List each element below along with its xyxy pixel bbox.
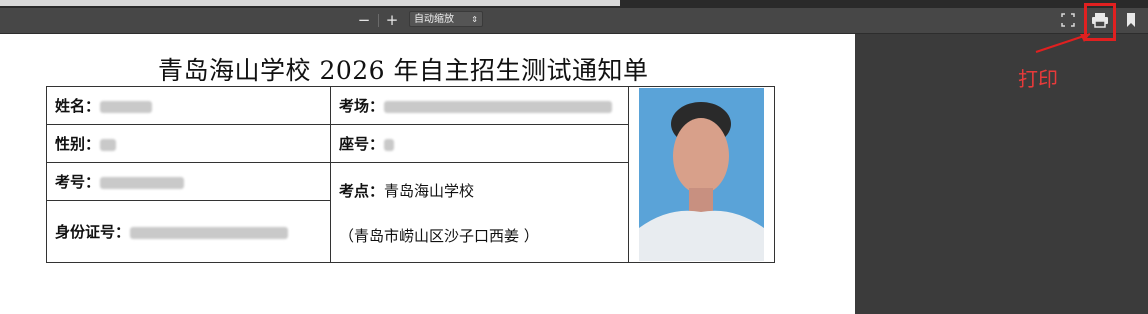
name-redacted <box>100 100 153 113</box>
exam-no-redacted <box>100 176 185 189</box>
document-title: 青岛海山学校 2026 年自主招生测试通知单 <box>158 56 649 85</box>
id-redacted <box>130 226 289 239</box>
zoom-in-button[interactable]: + <box>384 10 400 30</box>
photo-cell <box>628 86 775 263</box>
name-label: 姓名： <box>55 97 101 115</box>
name-cell: 姓名： <box>46 86 331 125</box>
gender-label: 性别： <box>55 135 101 153</box>
site-label: 考点： <box>339 181 385 200</box>
student-photo <box>639 88 764 261</box>
site-value: 青岛海山学校 <box>384 181 475 200</box>
bookmark-icon[interactable] <box>1126 11 1136 29</box>
viewer-background <box>856 34 1148 314</box>
room-redacted <box>384 100 613 113</box>
seat-redacted <box>384 138 395 151</box>
site-cell: 考点：青岛海山学校 （青岛市崂山区沙子口西姜 ） <box>330 162 629 263</box>
exam-no-cell: 考号： <box>46 162 331 201</box>
seat-label: 座号： <box>339 135 385 153</box>
exam-no-label: 考号： <box>55 173 101 191</box>
print-annotation-label: 打印 <box>1018 67 1058 91</box>
select-arrows-icon: ⇕ <box>471 15 478 24</box>
gender-cell: 性别： <box>46 124 331 163</box>
window-top-light <box>0 0 620 6</box>
fullscreen-icon[interactable] <box>1061 11 1075 29</box>
pdf-toolbar: − + 自动缩放 ⇕ <box>0 8 1148 34</box>
room-cell: 考场： <box>330 86 629 125</box>
window-top-strip <box>0 0 1148 8</box>
notice-form-table: 姓名： 考场： 性别： 座号： 考号： 考点：青岛海山学校 （青岛市崂山区沙子口… <box>46 86 775 263</box>
zoom-out-button[interactable]: − <box>356 10 372 30</box>
seat-cell: 座号： <box>330 124 629 163</box>
id-cell: 身份证号： <box>46 200 331 263</box>
annotation-arrow <box>1035 33 1091 53</box>
zoom-select-value: 自动缩放 <box>414 14 454 25</box>
room-label: 考场： <box>339 97 385 115</box>
zoom-select[interactable]: 自动缩放 ⇕ <box>409 11 483 27</box>
toolbar-separator <box>378 14 379 27</box>
site-address: （青岛市崂山区沙子口西姜 ） <box>339 226 539 245</box>
gender-redacted <box>100 138 117 151</box>
id-label: 身份证号： <box>55 223 131 241</box>
